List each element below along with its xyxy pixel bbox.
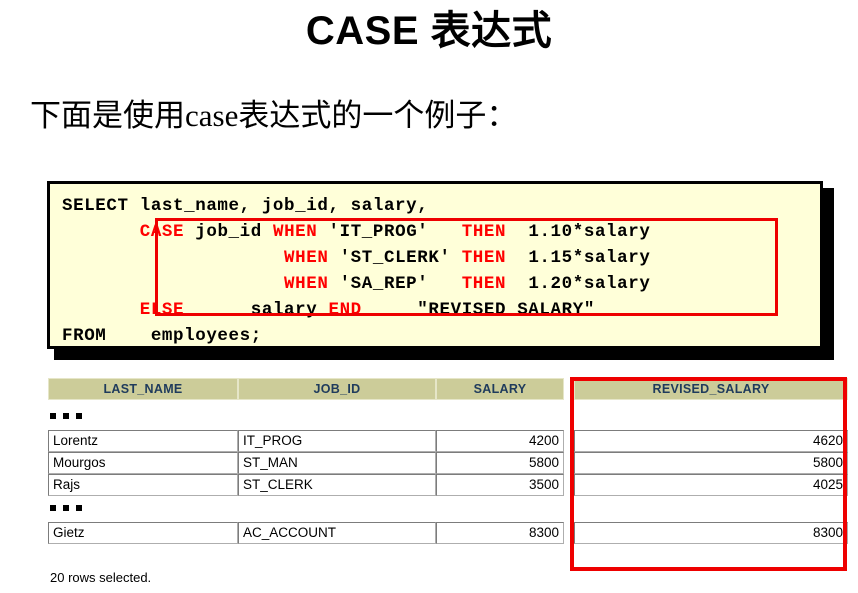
sql-text: salary — [184, 300, 329, 320]
ellipsis-dot — [76, 413, 82, 419]
sql-code-block: SELECT last_name, job_id, salary, CASE j… — [47, 181, 823, 349]
ellipsis-dot — [63, 505, 69, 511]
column-header-last-name[interactable]: LAST_NAME — [48, 378, 238, 400]
query-result-grid: LAST_NAME JOB_ID SALARY REVISED_SALARY Loren… — [48, 378, 848, 568]
sql-keyword: THEN — [461, 248, 507, 268]
ellipsis-dot — [50, 505, 56, 511]
column-header-job-id[interactable]: JOB_ID — [238, 378, 436, 400]
column-header-revised-salary[interactable]: REVISED_SALARY — [574, 378, 848, 400]
sql-text: 1.20*salary — [506, 274, 651, 294]
grid-ellipsis-row — [50, 407, 89, 423]
ellipsis-dot — [50, 413, 56, 419]
sql-text: 'ST_CLERK' — [328, 248, 462, 268]
cell-salary[interactable]: 3500 — [436, 474, 564, 496]
sql-text: 1.10*salary — [506, 222, 651, 242]
cell-salary[interactable]: 4200 — [436, 430, 564, 452]
sql-text: FROM employees; — [62, 326, 262, 346]
sql-keyword: WHEN — [272, 222, 318, 242]
sql-keyword: END — [328, 300, 362, 320]
sql-text: 'IT_PROG' — [317, 222, 462, 242]
page-title: CASE 表达式 — [305, 9, 553, 53]
cell-revised-salary[interactable]: 5800 — [574, 452, 848, 474]
grid-header-row: LAST_NAME JOB_ID SALARY REVISED_SALARY — [48, 378, 848, 400]
sql-text: 'SA_REP' — [328, 274, 462, 294]
rows-selected-status: 20 rows selected. — [50, 570, 152, 585]
cell-revised-salary[interactable]: 4620 — [574, 430, 848, 452]
cell-job-id[interactable]: ST_CLERK — [238, 474, 436, 496]
table-row[interactable]: Rajs ST_CLERK 3500 4025 — [48, 474, 848, 496]
ellipsis-dot — [76, 505, 82, 511]
ellipsis-dot — [63, 413, 69, 419]
cell-revised-salary[interactable]: 4025 — [574, 474, 848, 496]
cell-job-id[interactable]: IT_PROG — [238, 430, 436, 452]
sql-keyword: CASE — [139, 222, 185, 242]
cell-last-name[interactable]: Mourgos — [48, 452, 238, 474]
slide-subtitle: 下面是使用case表达式的一个例子： — [30, 98, 518, 133]
sql-text: "REVISED_SALARY" — [361, 300, 595, 320]
sql-keyword: ELSE — [139, 300, 185, 320]
table-row[interactable]: Gietz AC_ACCOUNT 8300 8300 — [48, 522, 848, 544]
cell-last-name[interactable]: Gietz — [48, 522, 238, 544]
cell-salary[interactable]: 8300 — [436, 522, 564, 544]
table-row[interactable]: Mourgos ST_MAN 5800 5800 — [48, 452, 848, 474]
cell-job-id[interactable]: AC_ACCOUNT — [238, 522, 436, 544]
sql-text: SELECT last_name, job_id, salary, — [62, 196, 429, 216]
column-header-salary[interactable]: SALARY — [436, 378, 564, 400]
sql-keyword: THEN — [461, 222, 507, 242]
table-row[interactable]: Lorentz IT_PROG 4200 4620 — [48, 430, 848, 452]
cell-salary[interactable]: 5800 — [436, 452, 564, 474]
sql-code-text: SELECT last_name, job_id, salary, CASE j… — [62, 193, 651, 346]
sql-keyword: WHEN — [284, 274, 329, 294]
sql-text: 1.15*salary — [506, 248, 651, 268]
cell-revised-salary[interactable]: 8300 — [574, 522, 848, 544]
sql-keyword: THEN — [461, 274, 507, 294]
cell-last-name[interactable]: Rajs — [48, 474, 238, 496]
sql-keyword: WHEN — [284, 248, 329, 268]
sql-text: job_id — [184, 222, 273, 242]
cell-last-name[interactable]: Lorentz — [48, 430, 238, 452]
grid-ellipsis-row — [50, 499, 89, 515]
cell-job-id[interactable]: ST_MAN — [238, 452, 436, 474]
